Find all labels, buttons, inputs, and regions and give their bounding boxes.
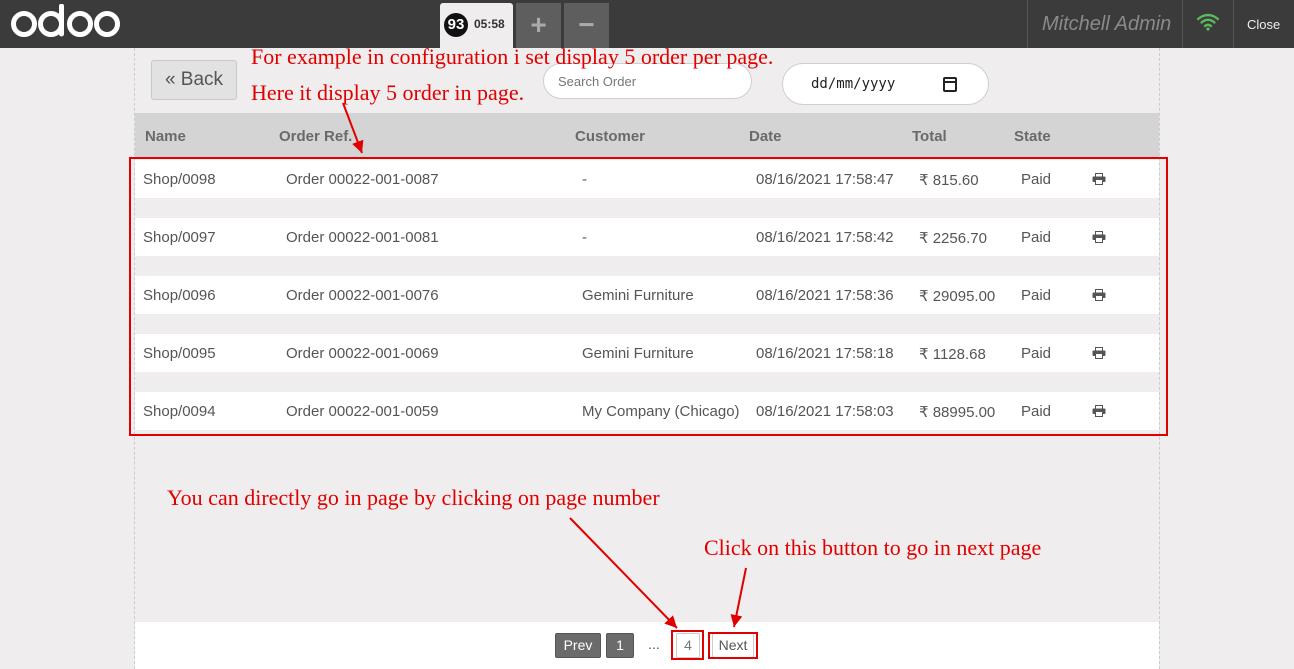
rows-highlight-box (129, 157, 1168, 436)
user-name[interactable]: Mitchell Admin (1042, 13, 1171, 36)
calendar-icon[interactable] (943, 77, 957, 92)
next-button-highlight-box (708, 632, 758, 659)
annotation-page-number-note: You can directly go in page by clicking … (167, 485, 660, 510)
add-order-button[interactable]: + (516, 3, 561, 48)
order-tab[interactable]: 93 05:58 (440, 3, 513, 48)
page-1-button[interactable]: 1 (606, 633, 634, 658)
divider (1233, 0, 1234, 48)
odoo-logo (11, 4, 120, 37)
annotation-page-note: Here it display 5 order in page. (251, 80, 525, 105)
top-bar: 93 05:58 + − Mitchell Admin Close (0, 0, 1294, 48)
back-button[interactable]: « Back (151, 60, 237, 100)
annotation-config-note: For example in configuration i set displ… (251, 44, 774, 69)
annotation-next-button-note: Click on this button to go in next page (704, 535, 1042, 560)
table-header: Name Order Ref. Customer Date Total Stat… (135, 113, 1159, 157)
header-customer: Customer (575, 128, 646, 145)
divider (1182, 0, 1183, 48)
header-order-ref: Order Ref. (279, 128, 353, 145)
order-time: 05:58 (474, 17, 505, 31)
header-date: Date (749, 128, 782, 145)
header-name: Name (145, 128, 186, 145)
header-total: Total (912, 128, 947, 145)
page-number-highlight-box (671, 630, 704, 660)
header-state: State (1014, 128, 1051, 145)
date-filter-input[interactable]: dd/mm/yyyy (782, 63, 989, 105)
close-button[interactable]: Close (1247, 17, 1280, 32)
prev-page-button[interactable]: Prev (555, 633, 601, 658)
date-value: dd/mm/yyyy (811, 76, 896, 92)
divider (1027, 0, 1028, 48)
pagination-ellipsis: ... (648, 636, 660, 652)
remove-order-button[interactable]: − (564, 3, 609, 48)
order-number-badge: 93 (444, 13, 468, 37)
wifi-icon (1197, 13, 1219, 31)
